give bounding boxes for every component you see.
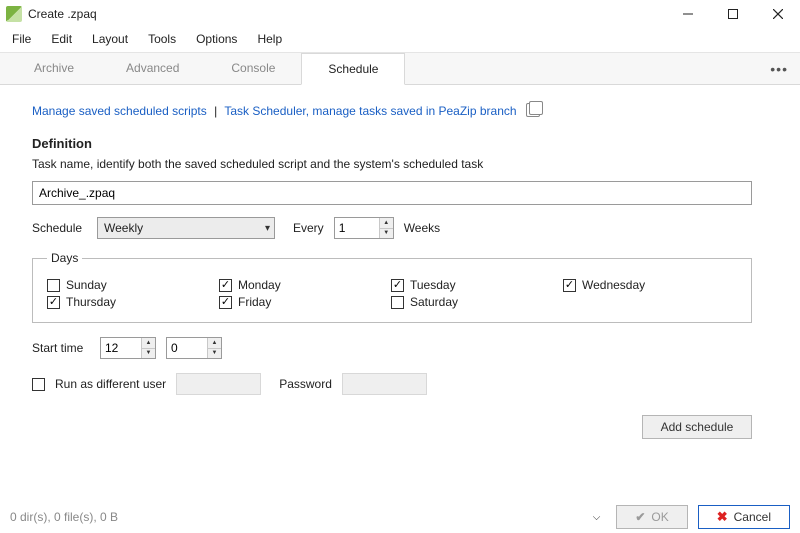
schedule-panel: Manage saved scheduled scripts | Task Sc…: [0, 85, 800, 449]
run-as-label: Run as different user: [55, 377, 166, 391]
link-task-scheduler[interactable]: Task Scheduler, manage tasks saved in Pe…: [224, 104, 516, 118]
tab-overflow-icon[interactable]: •••: [770, 61, 788, 77]
task-name-input[interactable]: [32, 181, 752, 205]
checkbox-saturday[interactable]: [391, 296, 404, 309]
menu-options[interactable]: Options: [188, 30, 245, 48]
menu-help[interactable]: Help: [249, 30, 290, 48]
app-icon: [6, 6, 22, 22]
links-row: Manage saved scheduled scripts | Task Sc…: [32, 103, 768, 118]
every-label: Every: [293, 221, 324, 235]
start-minute-spin[interactable]: ▲▼: [166, 337, 222, 359]
day-sunday[interactable]: Sunday: [47, 278, 219, 292]
link-separator: |: [214, 104, 217, 118]
open-external-icon[interactable]: [526, 103, 540, 117]
menu-bar: File Edit Layout Tools Options Help: [0, 28, 800, 53]
run-as-user-input: [176, 373, 261, 395]
title-bar: Create .zpaq: [0, 0, 800, 28]
day-label: Wednesday: [582, 278, 645, 292]
schedule-frequency-combo[interactable]: Weekly ▾: [97, 217, 275, 239]
chevron-down-icon: ▾: [265, 223, 270, 234]
checkbox-friday[interactable]: [219, 296, 232, 309]
every-value-spin[interactable]: ▲▼: [334, 217, 394, 239]
tab-schedule[interactable]: Schedule: [301, 53, 405, 85]
tab-console[interactable]: Console: [205, 53, 301, 84]
day-tuesday[interactable]: Tuesday: [391, 278, 563, 292]
schedule-label: Schedule: [32, 221, 87, 235]
tab-archive[interactable]: Archive: [8, 53, 100, 84]
day-label: Friday: [238, 295, 271, 309]
password-label: Password: [279, 377, 332, 391]
schedule-row: Schedule Weekly ▾ Every ▲▼ Weeks: [32, 217, 768, 239]
checkbox-wednesday[interactable]: [563, 279, 576, 292]
spin-buttons[interactable]: ▲▼: [207, 338, 221, 358]
ok-button[interactable]: ✔ OK: [616, 505, 687, 529]
day-label: Saturday: [410, 295, 458, 309]
cancel-button[interactable]: ✖ Cancel: [698, 505, 790, 529]
ok-label: OK: [651, 510, 668, 524]
day-label: Monday: [238, 278, 281, 292]
schedule-frequency-value: Weekly: [104, 221, 143, 235]
menu-file[interactable]: File: [4, 30, 39, 48]
close-button[interactable]: [755, 0, 800, 28]
menu-tools[interactable]: Tools: [140, 30, 184, 48]
day-label: Thursday: [66, 295, 116, 309]
checkbox-run-as[interactable]: [32, 378, 45, 391]
minimize-button[interactable]: [665, 0, 710, 28]
close-icon: ✖: [717, 509, 728, 525]
check-icon: ✔: [635, 510, 645, 524]
definition-heading: Definition: [32, 136, 768, 151]
tab-strip: Archive Advanced Console Schedule •••: [0, 53, 800, 85]
checkbox-sunday[interactable]: [47, 279, 60, 292]
menu-layout[interactable]: Layout: [84, 30, 136, 48]
add-schedule-button[interactable]: Add schedule: [642, 415, 752, 439]
every-unit: Weeks: [404, 221, 440, 235]
day-thursday[interactable]: Thursday: [47, 295, 219, 309]
checkbox-thursday[interactable]: [47, 296, 60, 309]
days-legend: Days: [47, 251, 82, 265]
tab-advanced[interactable]: Advanced: [100, 53, 205, 84]
window-buttons: [665, 0, 800, 28]
start-time-label: Start time: [32, 341, 90, 355]
day-monday[interactable]: Monday: [219, 278, 391, 292]
day-saturday[interactable]: Saturday: [391, 295, 563, 309]
every-value-input[interactable]: [335, 218, 379, 238]
footer: 0 dir(s), 0 file(s), 0 B ⌵ ✔ OK ✖ Cancel: [0, 501, 800, 533]
start-minute-input[interactable]: [167, 338, 207, 358]
days-fieldset: Days Sunday Monday Tuesday Wednesday: [32, 251, 752, 323]
start-hour-spin[interactable]: ▲▼: [100, 337, 156, 359]
day-label: Tuesday: [410, 278, 456, 292]
menu-edit[interactable]: Edit: [43, 30, 80, 48]
link-manage-scripts[interactable]: Manage saved scheduled scripts: [32, 104, 207, 118]
start-time-row: Start time ▲▼ ▲▼: [32, 337, 768, 359]
spin-buttons[interactable]: ▲▼: [141, 338, 155, 358]
maximize-button[interactable]: [710, 0, 755, 28]
chevron-down-icon[interactable]: ⌵: [593, 512, 601, 523]
start-hour-input[interactable]: [101, 338, 141, 358]
password-input: [342, 373, 427, 395]
cancel-label: Cancel: [734, 510, 771, 524]
checkbox-tuesday[interactable]: [391, 279, 404, 292]
spin-buttons[interactable]: ▲▼: [379, 218, 393, 238]
day-friday[interactable]: Friday: [219, 295, 391, 309]
run-as-row: Run as different user Password: [32, 373, 768, 395]
status-text: 0 dir(s), 0 file(s), 0 B: [10, 510, 583, 524]
day-wednesday[interactable]: Wednesday: [563, 278, 735, 292]
window-title: Create .zpaq: [28, 7, 665, 21]
day-label: Sunday: [66, 278, 107, 292]
checkbox-monday[interactable]: [219, 279, 232, 292]
definition-subtext: Task name, identify both the saved sched…: [32, 157, 768, 171]
